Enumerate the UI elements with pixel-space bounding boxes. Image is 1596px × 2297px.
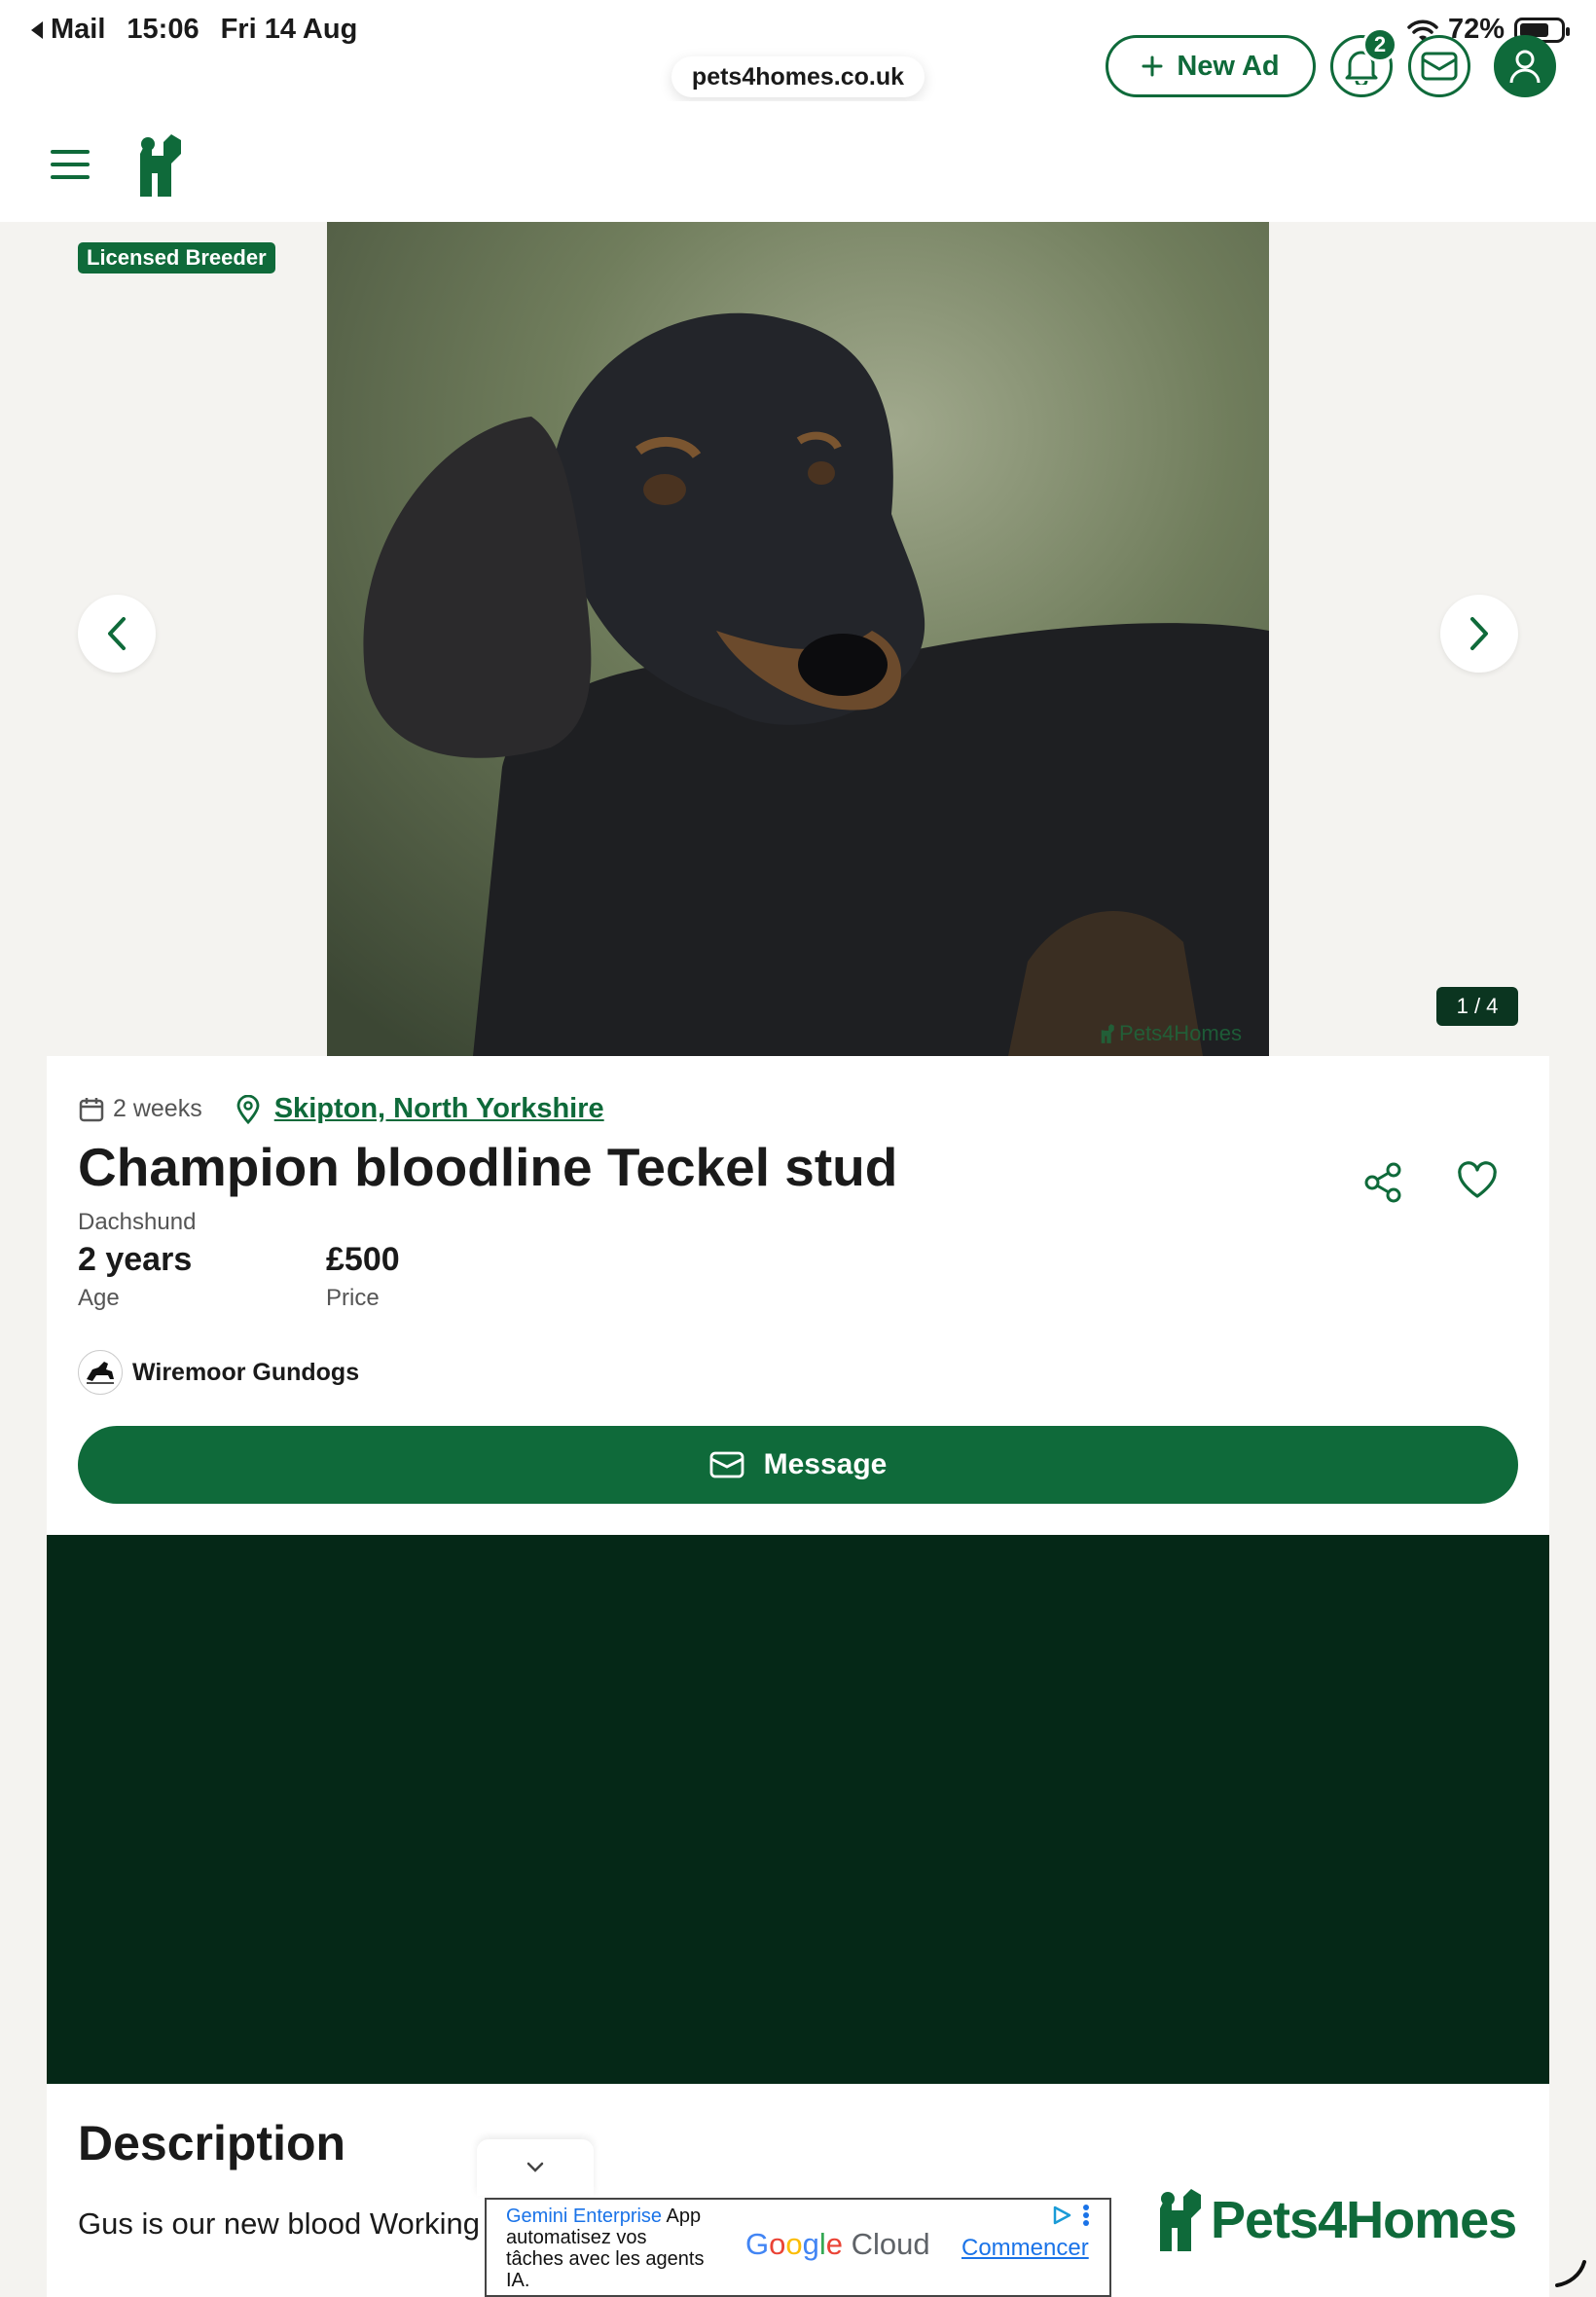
page: Mail 15:06 Fri 14 Aug 72% pets4homes.co.… xyxy=(0,0,1596,2297)
back-app-label: Mail xyxy=(51,14,106,45)
status-time: 15:06 xyxy=(127,14,200,45)
photo-gallery: Pets4Homes Licensed Breeder 1 / 4 xyxy=(0,222,1596,1056)
menu-line xyxy=(51,163,90,166)
breed-label: Dachshund xyxy=(78,1209,197,1235)
user-icon xyxy=(1509,50,1541,84)
message-seller-button[interactable]: Message xyxy=(78,1426,1518,1504)
back-triangle-icon xyxy=(31,20,43,39)
ad-line4: IA. xyxy=(506,2270,530,2291)
notification-count-badge: 2 xyxy=(1362,27,1397,62)
account-button[interactable] xyxy=(1494,35,1556,97)
google-letter: l xyxy=(818,2227,826,2261)
pets4homes-watermark-icon xyxy=(1101,1024,1114,1043)
ad-text: Gemini Enterprise App automatisez vos tâ… xyxy=(506,2206,730,2291)
seller-avatar xyxy=(78,1350,123,1395)
pets4homes-logo-icon xyxy=(1160,2189,1201,2251)
previous-photo-button[interactable] xyxy=(78,595,156,673)
ad-line2: automatisez vos xyxy=(506,2227,647,2248)
ad-choices[interactable] xyxy=(1051,2204,1090,2227)
favourite-heart-icon[interactable] xyxy=(1456,1161,1499,1200)
age-value: 2 years xyxy=(78,1241,193,1278)
google-letter: G xyxy=(745,2227,770,2261)
chevron-left-icon xyxy=(108,617,126,650)
ad-collapse-tab[interactable] xyxy=(477,2139,594,2196)
pets4homes-brand-logo: Pets4Homes xyxy=(1148,2186,1517,2254)
listing-title: Champion bloodline Teckel stud xyxy=(78,1137,898,1197)
watermark-text: Pets4Homes xyxy=(1119,1021,1242,1045)
ad-line1-rest: App xyxy=(666,2206,702,2227)
advertisement-banner[interactable]: Gemini Enterprise App automatisez vos tâ… xyxy=(485,2198,1111,2297)
url-pill[interactable]: pets4homes.co.uk xyxy=(671,56,925,97)
posted-ago: 2 weeks xyxy=(113,1095,202,1122)
ad-line3: tâches avec les agents xyxy=(506,2248,705,2270)
calendar-icon xyxy=(79,1097,104,1121)
menu-line xyxy=(51,150,90,154)
next-photo-button[interactable] xyxy=(1440,595,1518,673)
more-options-icon xyxy=(1083,2205,1089,2226)
ad-brand: Gemini Enterprise xyxy=(506,2206,663,2227)
seller-name: Wiremoor Gundogs xyxy=(132,1358,360,1386)
price-stat: £500 Price xyxy=(326,1241,400,1312)
seller-profile-link[interactable]: Wiremoor Gundogs xyxy=(78,1350,359,1395)
brand-name: Pets4Homes xyxy=(1211,2191,1517,2249)
google-letter: g xyxy=(802,2227,819,2261)
dog-photo-illustration xyxy=(327,222,1269,1056)
back-to-app-link[interactable]: Mail xyxy=(29,14,105,46)
google-letter: e xyxy=(825,2227,844,2261)
share-icon[interactable] xyxy=(1362,1161,1403,1204)
pets4homes-logo-icon[interactable] xyxy=(128,134,185,197)
menu-button[interactable] xyxy=(51,150,90,179)
status-left: Mail 15:06 Fri 14 Aug xyxy=(29,14,357,46)
dark-content-block xyxy=(47,1535,1549,2084)
scroll-corner-icon xyxy=(1555,2260,1586,2287)
plus-icon xyxy=(1142,55,1163,77)
site-header xyxy=(0,101,1596,222)
google-letter: o xyxy=(769,2227,786,2261)
photo-watermark: Pets4Homes xyxy=(1098,1021,1242,1046)
google-cloud-text: Google Cloud xyxy=(745,2227,930,2261)
new-ad-label: New Ad xyxy=(1177,50,1280,82)
envelope-icon xyxy=(1421,52,1458,81)
age-label: Age xyxy=(78,1285,120,1311)
google-letter: o xyxy=(785,2227,803,2261)
price-label: Price xyxy=(326,1285,380,1311)
location-pin-icon xyxy=(236,1094,260,1124)
licensed-breeder-badge: Licensed Breeder xyxy=(78,242,275,273)
listing-info-card: 2 weeks Skipton, North Yorkshire Champio… xyxy=(47,1056,1549,1535)
ad-cta-link[interactable]: Commencer xyxy=(961,2235,1089,2262)
dog-logo-icon xyxy=(87,1362,114,1384)
adchoices-play-icon xyxy=(1053,2206,1071,2225)
listing-meta: 2 weeks Skipton, North Yorkshire xyxy=(78,1093,604,1125)
status-date: Fri 14 Aug xyxy=(220,14,358,45)
new-ad-button[interactable]: New Ad xyxy=(1106,35,1316,97)
messages-button[interactable] xyxy=(1408,35,1470,97)
price-value: £500 xyxy=(326,1241,400,1278)
photo-counter: 1 / 4 xyxy=(1436,987,1518,1026)
description-heading: Description xyxy=(78,2116,346,2170)
menu-line xyxy=(51,175,90,179)
chevron-right-icon xyxy=(1470,617,1488,650)
message-label: Message xyxy=(763,1448,888,1480)
listing-photo[interactable]: Pets4Homes xyxy=(327,222,1269,1056)
age-stat: 2 years Age xyxy=(78,1241,192,1312)
description-text: Gus is our new blood Working xyxy=(78,2206,480,2241)
location-link[interactable]: Skipton, North Yorkshire xyxy=(274,1093,604,1125)
cloud-word: Cloud xyxy=(843,2227,930,2261)
chevron-down-icon xyxy=(526,2162,544,2172)
envelope-icon xyxy=(709,1451,744,1478)
google-cloud-logo: Google Cloud xyxy=(745,2227,930,2262)
